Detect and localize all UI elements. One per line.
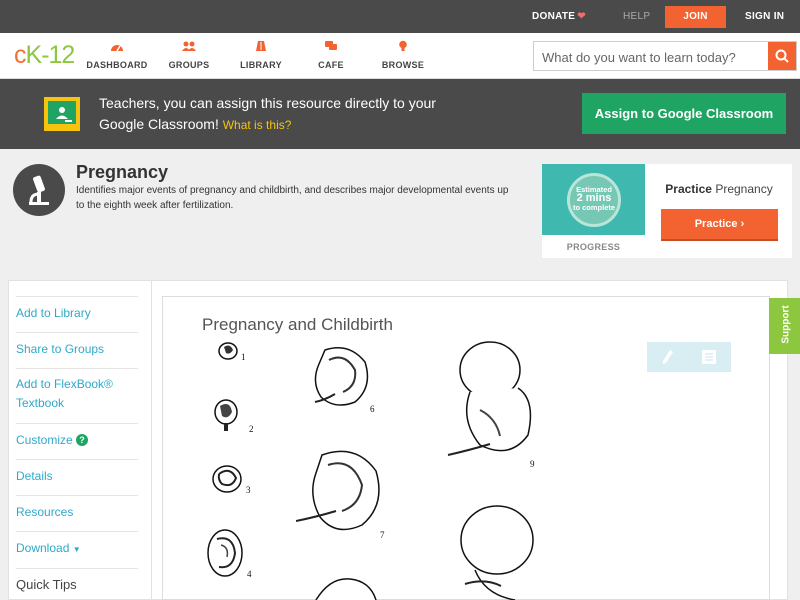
nav-dashboard[interactable]: DASHBOARD [82, 40, 152, 73]
nav-groups[interactable]: GROUPS [154, 40, 224, 73]
search-icon [775, 49, 789, 63]
figure-number: 4 [247, 569, 252, 579]
donate-link[interactable]: DONATE ❤ [532, 0, 586, 33]
dashboard-icon [111, 45, 123, 52]
embryo-illustration-7 [296, 450, 380, 531]
caret-down-icon: ▼ [72, 545, 81, 554]
figure-number: 7 [380, 530, 385, 540]
embryo-illustration-8 [315, 578, 377, 600]
figure-number: 9 [530, 459, 535, 469]
sidebar-item-customize[interactable]: Customize ? [16, 423, 138, 450]
help-icon[interactable]: ? [76, 434, 89, 446]
browse-icon [399, 40, 407, 51]
estimated-time-badge: Estimated 2 mins to complete [567, 173, 621, 227]
nav-library[interactable]: LIBRARY [226, 40, 296, 73]
practice-card: Estimated 2 mins to complete PROGRESS Pr… [542, 164, 792, 258]
figure-number: 3 [246, 485, 251, 495]
help-link[interactable]: HELP [623, 0, 650, 33]
sidebar-item-add-to-flexbook[interactable]: Add to FlexBook® Textbook [16, 368, 138, 413]
banner-text: Teachers, you can assign this resource d… [99, 95, 436, 132]
practice-image: Estimated 2 mins to complete [542, 164, 645, 235]
nav-cafe[interactable]: CAFE [296, 40, 366, 73]
figure-title: Pregnancy and Childbirth [202, 315, 393, 334]
sidebar-item-share-to-groups[interactable]: Share to Groups [16, 332, 138, 359]
top-bar: DONATE ❤ HELP JOIN SIGN IN [0, 0, 800, 33]
groups-icon [182, 41, 196, 51]
concept-description: Identifies major events of pregnancy and… [76, 185, 509, 211]
cafe-icon [325, 41, 337, 50]
embryo-illustration-6 [314, 347, 369, 406]
embryo-illustration-2 [214, 399, 238, 431]
microscope-icon [13, 164, 65, 216]
nav-browse[interactable]: BROWSE [368, 40, 438, 73]
embryo-illustration-1 [218, 342, 238, 360]
practice-button[interactable]: Practice › [661, 209, 778, 239]
google-classroom-icon [44, 97, 80, 131]
practice-heading: Practice Pregnancy [665, 182, 773, 196]
sidebar-item-details[interactable]: Details [16, 459, 138, 486]
search-button[interactable] [768, 42, 796, 70]
embryo-illustration-9 [447, 341, 532, 456]
figure-number: 6 [370, 404, 375, 414]
ck12-logo[interactable]: cK-12 [14, 41, 75, 70]
search-input[interactable] [542, 48, 764, 66]
embryo-illustration-10 [460, 505, 534, 600]
sidebar-item-resources[interactable]: Resources [16, 495, 138, 522]
sign-in-link[interactable]: SIGN IN [745, 0, 784, 33]
pencil-icon[interactable] [661, 349, 675, 365]
embryo-illustration-4 [207, 529, 243, 577]
figure-number: 1 [241, 352, 246, 362]
sidebar-quick-tips[interactable]: Quick Tips [16, 568, 138, 595]
progress-label: PROGRESS [566, 242, 621, 252]
sidebar-item-add-to-library[interactable]: Add to Library [16, 296, 138, 323]
support-tab[interactable]: Support [769, 298, 800, 354]
library-icon [256, 41, 266, 51]
content-tools [647, 342, 731, 372]
notes-icon[interactable] [701, 349, 717, 365]
sidebar-item-download[interactable]: Download ▼ [16, 531, 138, 560]
page-title: Pregnancy [76, 162, 169, 182]
chevron-right-icon: › [740, 218, 745, 230]
join-button[interactable]: JOIN [665, 6, 726, 28]
assign-google-classroom-button[interactable]: Assign to Google Classroom [582, 93, 786, 134]
heart-icon: ❤ [577, 11, 586, 22]
embryo-illustration-3 [212, 465, 242, 493]
figure-number: 2 [249, 424, 254, 434]
search-box [533, 41, 797, 71]
what-is-this-link[interactable]: What is this? [223, 118, 292, 132]
